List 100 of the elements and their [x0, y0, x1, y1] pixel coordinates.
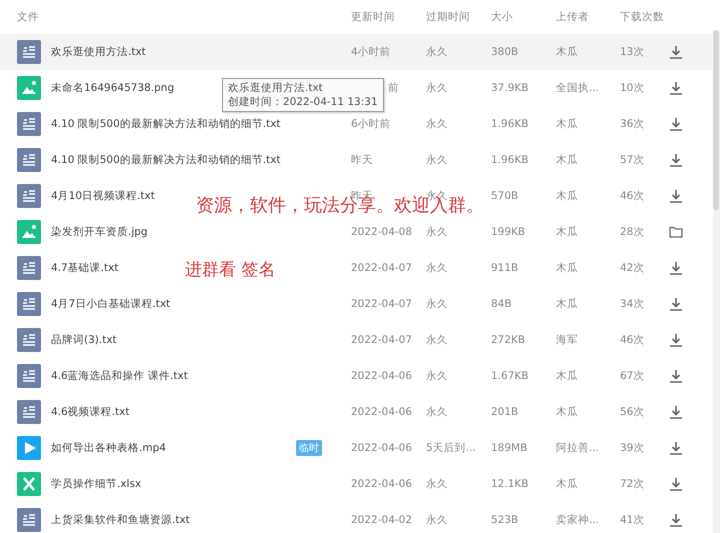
download-icon[interactable]: [669, 513, 683, 527]
download-count: 41次: [620, 514, 644, 526]
expiry-time: 永久: [426, 478, 448, 490]
uploader-name: 木瓜: [556, 190, 578, 202]
download-icon[interactable]: [669, 81, 683, 95]
file-size: 84B: [491, 298, 512, 310]
download-icon[interactable]: [669, 189, 683, 203]
file-name[interactable]: 4.10 限制500的最新解决方法和动销的细节.txt: [51, 117, 281, 131]
download-icon[interactable]: [669, 297, 683, 311]
file-size: 523B: [491, 514, 518, 526]
file-name[interactable]: 如何导出各种表格.mp4: [51, 441, 166, 455]
download-icon[interactable]: [669, 477, 683, 491]
update-time: 2022-04-06: [351, 442, 412, 454]
uploader-name: 木瓜: [556, 478, 578, 490]
file-size: 911B: [491, 262, 518, 274]
expiry-time: 永久: [426, 46, 448, 58]
file-name[interactable]: 染发剂开车资质.jpg: [51, 225, 148, 239]
annotation-text: 进群看 签名: [185, 262, 276, 279]
file-name[interactable]: 4.10 限制500的最新解决方法和动销的细节.txt: [51, 153, 281, 167]
download-icon[interactable]: [669, 333, 683, 347]
download-icon[interactable]: [669, 405, 683, 419]
file-size: 37.9KB: [491, 82, 528, 94]
update-time: 2022-04-06: [351, 478, 412, 490]
file-name[interactable]: 未命名1649645738.png: [51, 81, 174, 95]
expiry-time: 永久: [426, 370, 448, 382]
file-size: 1.96KB: [491, 118, 528, 130]
expiry-time: 永久: [426, 82, 448, 94]
download-icon[interactable]: [669, 369, 683, 383]
update-time: 前: [387, 81, 399, 95]
uploader-name: 木瓜: [556, 262, 578, 274]
download-count: 39次: [620, 442, 644, 454]
uploader-name: 木瓜: [556, 154, 578, 166]
update-time: 昨天: [351, 154, 373, 166]
file-size: 1.67KB: [491, 370, 528, 382]
download-count: 72次: [620, 478, 644, 490]
download-count: 67次: [620, 370, 644, 382]
update-time: 2022-04-07: [351, 262, 412, 274]
file-size: 12.1KB: [491, 478, 528, 490]
file-size: 570B: [491, 190, 518, 202]
download-count: 46次: [620, 190, 644, 202]
file-row[interactable]: 欢乐逛使用方法.txt 4小时前 永久 380B 木瓜 13次: [0, 34, 712, 70]
download-count: 28次: [620, 226, 644, 238]
file-name[interactable]: 4.7基础课.txt: [51, 261, 118, 275]
update-time: 2022-04-08: [351, 226, 412, 238]
download-count: 46次: [620, 334, 644, 346]
download-icon[interactable]: [669, 441, 683, 455]
spreadsheet-icon: [17, 472, 41, 496]
image-icon: [17, 76, 41, 100]
uploader-name: 木瓜: [556, 46, 578, 58]
file-size: 1.96KB: [491, 154, 528, 166]
expiry-time: 永久: [426, 334, 448, 346]
download-icon[interactable]: [669, 117, 683, 131]
update-time: 2022-04-06: [351, 406, 412, 418]
download-icon[interactable]: [669, 261, 683, 275]
file-name[interactable]: 4月10日视频课程.txt: [51, 189, 155, 203]
document-icon: [17, 328, 41, 352]
download-count: 36次: [620, 118, 644, 130]
update-time: 4小时前: [351, 46, 391, 58]
expiry-time: 5天后到...: [426, 442, 476, 454]
document-icon: [17, 40, 41, 64]
update-time: 6小时前: [351, 118, 391, 130]
document-icon: [17, 148, 41, 172]
file-name[interactable]: 4.6视频课程.txt: [51, 405, 130, 419]
file-name[interactable]: 欢乐逛使用方法.txt: [51, 45, 146, 59]
column-header[interactable]: 下载次数: [620, 11, 664, 23]
file-name[interactable]: 4月7日小白基础课程.txt: [51, 297, 170, 311]
image-icon: [17, 220, 41, 244]
download-icon[interactable]: [669, 153, 683, 167]
file-name[interactable]: 上货采集软件和鱼塘资源.txt: [51, 513, 190, 527]
file-name[interactable]: 学员操作细节.xlsx: [51, 477, 142, 491]
file-name[interactable]: 品牌词(3).txt: [51, 333, 117, 347]
expiry-time: 永久: [426, 226, 448, 238]
download-count: 34次: [620, 298, 644, 310]
expiry-time: 永久: [426, 514, 448, 526]
expiry-time: 永久: [426, 262, 448, 274]
uploader-name: 海军: [556, 334, 578, 346]
download-count: 57次: [620, 154, 644, 166]
uploader-name: 木瓜: [556, 406, 578, 418]
file-size: 199KB: [491, 226, 526, 238]
folder-icon[interactable]: [669, 225, 683, 239]
download-count: 56次: [620, 406, 644, 418]
download-count: 10次: [620, 82, 644, 94]
document-icon: [17, 112, 41, 136]
uploader-name: 木瓜: [556, 118, 578, 130]
document-icon: [17, 292, 41, 316]
uploader-name: 木瓜: [556, 298, 578, 310]
download-count: 13次: [620, 46, 644, 58]
file-name[interactable]: 4.6蓝海选品和操作 课件.txt: [51, 369, 188, 383]
uploader-name: 卖家神...: [556, 514, 600, 526]
expiry-time: 永久: [426, 406, 448, 418]
document-icon: [17, 364, 41, 388]
uploader-name: 全国执...: [556, 82, 600, 94]
file-size: 380B: [491, 46, 518, 58]
expiry-time: 永久: [426, 154, 448, 166]
scrollbar[interactable]: [713, 30, 720, 533]
download-icon[interactable]: [669, 45, 683, 59]
update-time: 2022-04-07: [351, 298, 412, 310]
uploader-name: 木瓜: [556, 370, 578, 382]
column-header[interactable]: 大小: [491, 11, 513, 23]
document-icon: [17, 508, 41, 532]
